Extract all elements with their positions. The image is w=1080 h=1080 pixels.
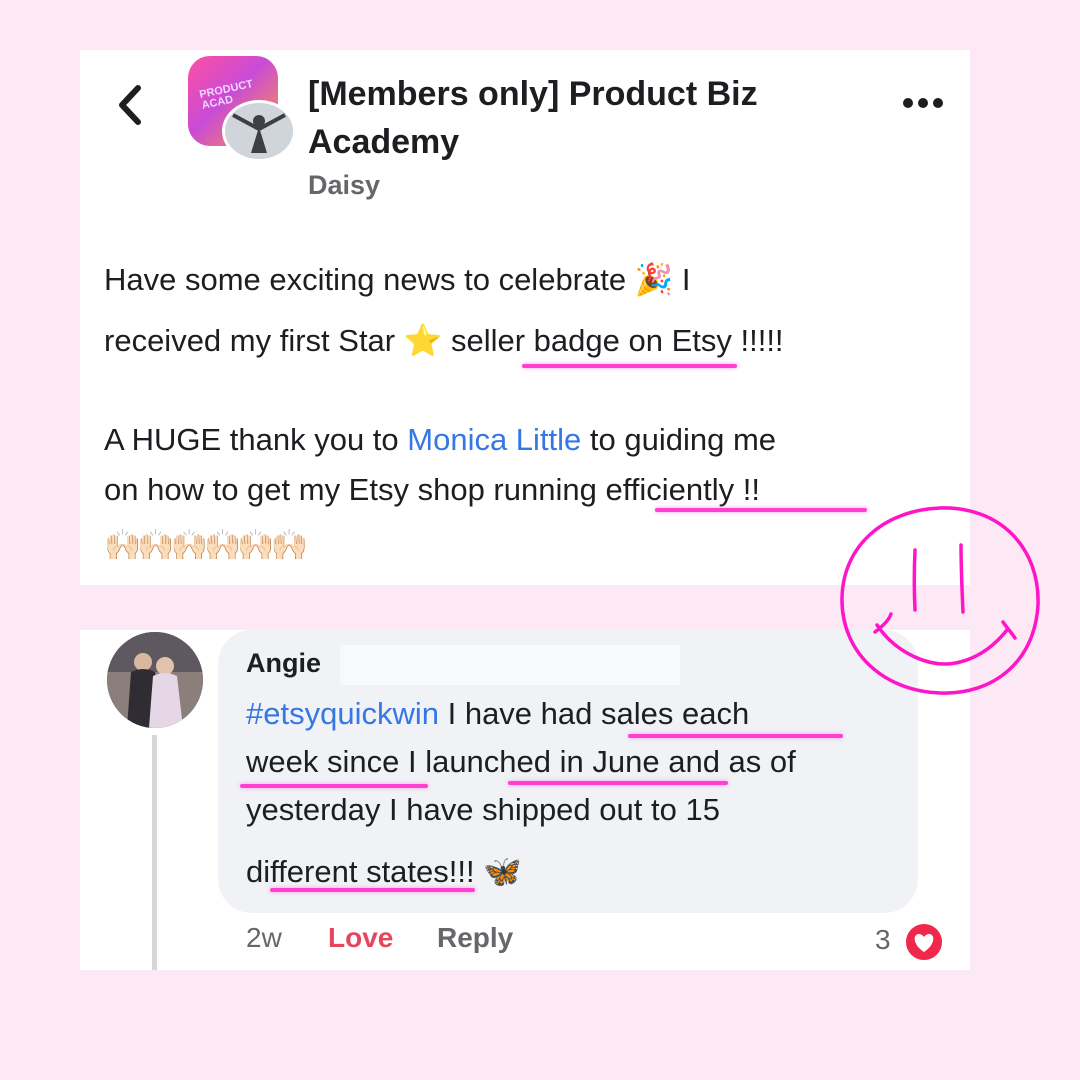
comment-timestamp[interactable]: 2w [246,922,282,954]
more-horizontal-icon [903,98,943,108]
comment-line-3: yesterday I have shipped out to 15 [246,792,720,827]
group-title-line2: Academy [308,123,460,161]
post-line-4: on how to get my Etsy shop running effic… [104,472,760,507]
highlight-underline [508,781,728,785]
post-line-2-suffix: seller badge on Etsy !!!!! [442,323,784,358]
highlight-underline [628,734,843,738]
clap-emoji-row: 🙌🏻🙌🏻🙌🏻🙌🏻🙌🏻🙌🏻 [104,529,308,562]
poster-name[interactable]: Daisy [308,170,380,201]
star-emoji: ⭐ [403,323,443,358]
redaction-block [340,645,680,685]
love-reaction-button[interactable]: Love [328,922,393,954]
reaction-count[interactable]: 3 [875,924,891,956]
group-title[interactable]: [Members only] Product Biz Academy [308,70,848,166]
hashtag-link[interactable]: #etsyquickwin [246,696,439,731]
post-line-2-prefix: received my first Star [104,323,404,358]
smiley-doodle [840,506,1040,695]
highlight-underline [240,784,428,788]
comment-line-4: different states!!! 🦋 [246,854,522,889]
post-line-1: Have some exciting news to celebrate 🎉 I [104,262,691,297]
back-button[interactable] [110,80,150,130]
photo-people-icon [107,632,203,728]
commenter-avatar[interactable] [107,632,203,728]
highlight-underline [522,364,737,368]
post-line-2: received my first Star ⭐ seller badge on… [104,317,944,365]
post-line-3-suffix: to guiding me [581,422,777,457]
highlight-underline [270,888,475,892]
comment-author[interactable]: Angie [246,648,321,679]
person-silhouette-icon [225,103,293,159]
group-title-line1: [Members only] Product Biz [308,75,758,113]
chevron-left-icon [119,85,141,125]
thread-line [152,735,157,970]
reply-button[interactable]: Reply [437,922,513,954]
more-options-button[interactable] [898,88,948,118]
poster-avatar[interactable] [222,100,296,162]
post-line-3: A HUGE thank you to Monica Little to gui… [104,416,944,464]
comment-line-1: #etsyquickwin I have had sales each [246,696,906,732]
heart-reaction-icon[interactable] [904,922,944,962]
comment-line-1-suffix: I have had sales each [438,696,750,731]
comment-line-2: week since I launched in June and as of [246,744,796,779]
post-line-3-prefix: A HUGE thank you to [104,422,408,457]
mention-link[interactable]: Monica Little [407,422,581,457]
